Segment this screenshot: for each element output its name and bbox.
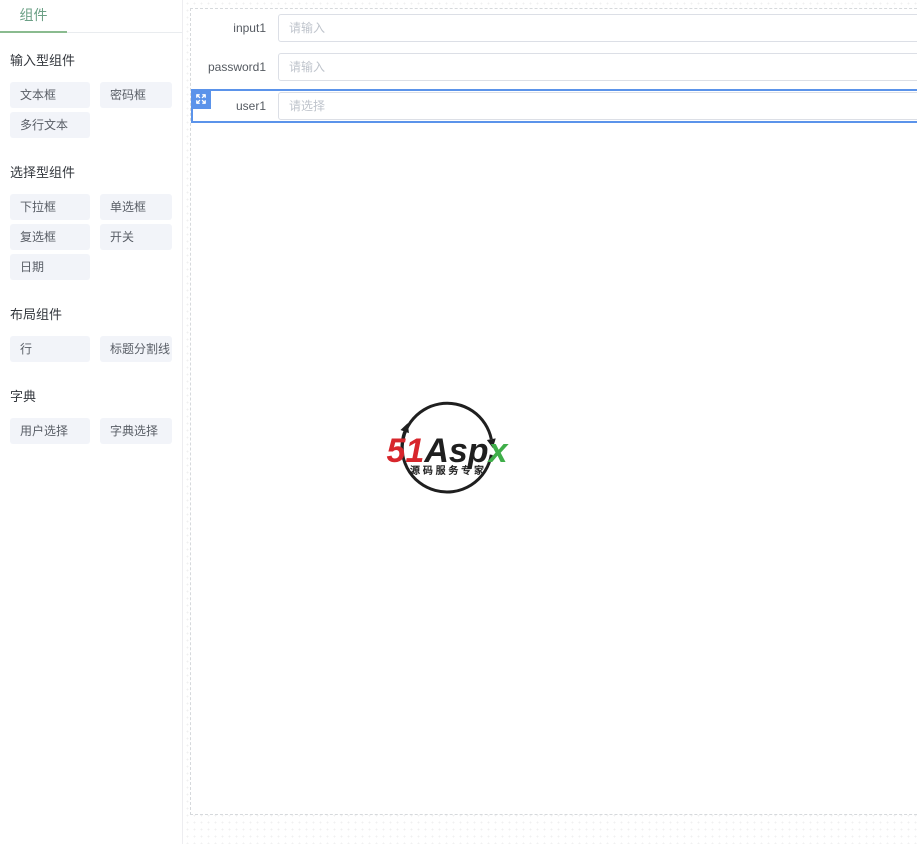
palette-tab-bar: 组件	[0, 0, 182, 33]
brand-51: 51	[387, 432, 425, 470]
form-field-password1[interactable]: password1	[191, 50, 917, 84]
sidebar-item-dict-select[interactable]: 字典选择	[100, 418, 172, 444]
section-dictionary: 字典 用户选择 字典选择	[10, 386, 172, 444]
password1-text-input[interactable]	[278, 53, 917, 81]
section-title-select: 选择型组件	[10, 165, 76, 180]
brand-x: x	[487, 432, 510, 470]
component-palette-sidebar: 组件 输入型组件 文本框 密码框 多行文本 选择型组件 下拉框 单选框 复选框 …	[0, 0, 183, 844]
form-design-canvas[interactable]: input1 password1	[190, 8, 917, 815]
sidebar-item-row[interactable]: 行	[10, 336, 90, 362]
sidebar-item-radio[interactable]: 单选框	[100, 194, 172, 220]
section-title-layout: 布局组件	[10, 307, 63, 322]
field-label-input1: input1	[233, 21, 266, 35]
sidebar-item-textbox[interactable]: 文本框	[10, 82, 90, 108]
section-title-input: 输入型组件	[10, 53, 76, 68]
input1-text-input[interactable]	[278, 14, 917, 42]
designer-main-area: input1 password1	[184, 0, 917, 844]
form-field-input1[interactable]: input1	[191, 11, 917, 45]
move-arrows-icon	[195, 93, 207, 105]
tab-components[interactable]: 组件	[0, 0, 67, 33]
circular-arrows-icon	[400, 401, 493, 494]
sidebar-item-checkbox[interactable]: 复选框	[10, 224, 90, 250]
svg-text:51Aspx: 51Aspx	[387, 432, 510, 470]
51aspx-logo: 51Aspx 源 码 服 务 专 家	[381, 381, 513, 497]
sidebar-item-dropdown[interactable]: 下拉框	[10, 194, 90, 220]
sidebar-item-date[interactable]: 日期	[10, 254, 90, 280]
sidebar-item-textarea[interactable]: 多行文本	[10, 112, 90, 138]
sidebar-item-user-select[interactable]: 用户选择	[10, 418, 90, 444]
sidebar-item-switch[interactable]: 开关	[100, 224, 172, 250]
field-label-password1: password1	[207, 60, 266, 74]
sidebar-item-password[interactable]: 密码框	[100, 82, 172, 108]
brand-tagline: 源 码 服 务 专 家	[410, 464, 485, 477]
form-field-user1[interactable]: user1	[191, 89, 917, 123]
section-layout-components: 布局组件 行 标题分割线	[10, 304, 172, 362]
brand-asp: Asp	[423, 432, 488, 470]
drag-handle[interactable]	[191, 89, 211, 109]
section-select-components: 选择型组件 下拉框 单选框 复选框 开关 日期	[10, 162, 172, 280]
section-input-components: 输入型组件 文本框 密码框 多行文本	[10, 50, 172, 138]
user1-select-input[interactable]	[278, 92, 917, 120]
section-title-dictionary: 字典	[10, 389, 37, 404]
sidebar-item-title-divider[interactable]: 标题分割线	[100, 336, 172, 362]
